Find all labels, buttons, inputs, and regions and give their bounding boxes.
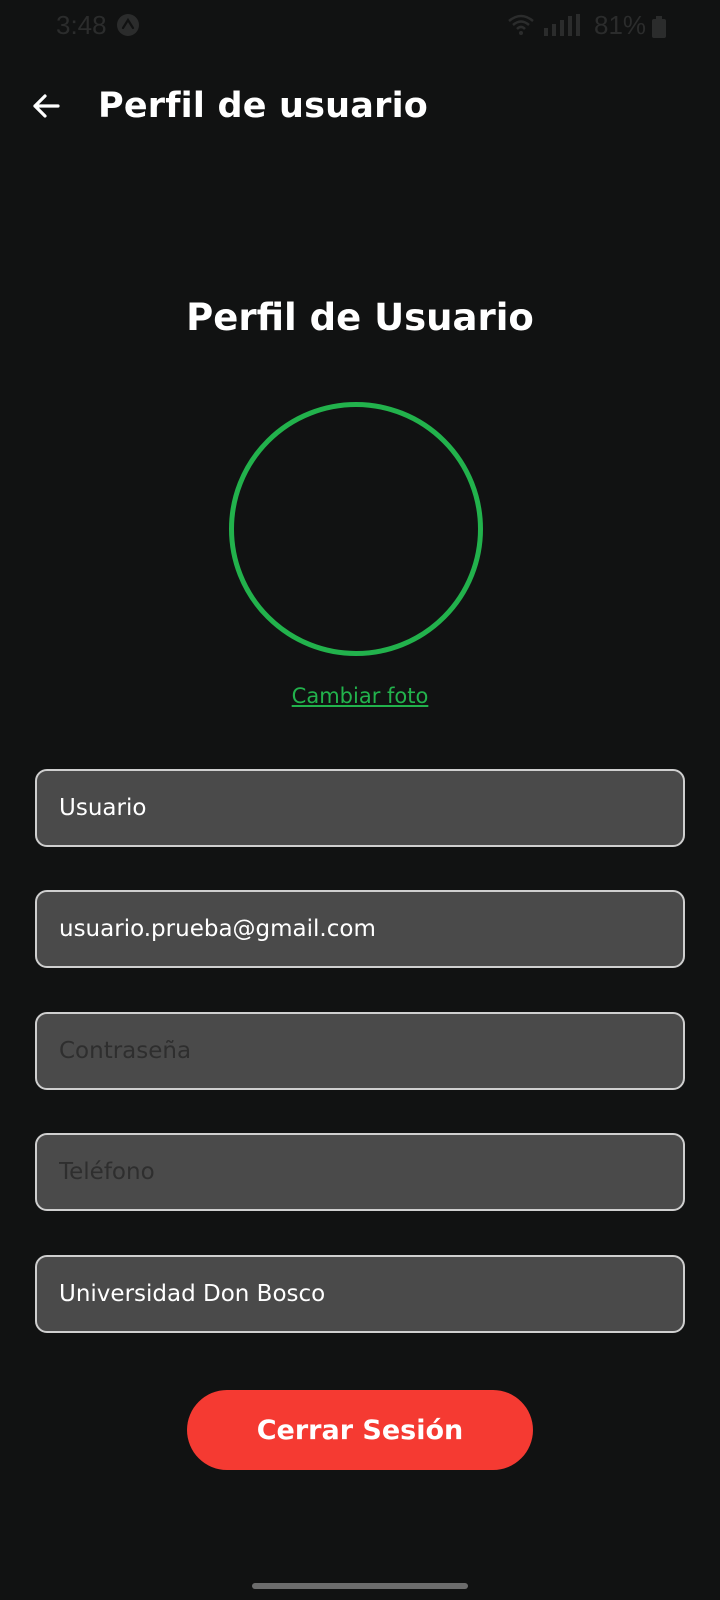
gesture-navigation-bar[interactable]: [252, 1583, 468, 1589]
app-bar: Perfil de usuario: [0, 62, 720, 158]
status-time: 3:48: [56, 10, 107, 40]
email-field[interactable]: [35, 890, 685, 968]
institution-field[interactable]: [35, 1255, 685, 1333]
password-field[interactable]: [35, 1012, 685, 1090]
back-button[interactable]: [22, 82, 70, 130]
android-robot-icon: [117, 14, 139, 36]
arrow-left-icon: [33, 94, 60, 118]
page-title: Perfil de Usuario: [186, 296, 534, 339]
battery-icon: [652, 16, 666, 38]
app-bar-title: Perfil de usuario: [98, 86, 429, 126]
cell-signal-icon: [544, 14, 580, 36]
phone-field[interactable]: [35, 1133, 685, 1211]
battery-percent: 81%: [594, 10, 647, 40]
logout-button[interactable]: Cerrar Sesión: [187, 1390, 533, 1470]
avatar[interactable]: [229, 402, 483, 656]
status-bar: 3:48 81%: [0, 0, 720, 52]
username-field[interactable]: [35, 769, 685, 847]
profile-screen: 3:48 81% Perfil de usuario Perfil de Usu…: [0, 0, 720, 1600]
change-photo-link[interactable]: Cambiar foto: [0, 684, 720, 708]
wifi-icon: [508, 14, 534, 35]
